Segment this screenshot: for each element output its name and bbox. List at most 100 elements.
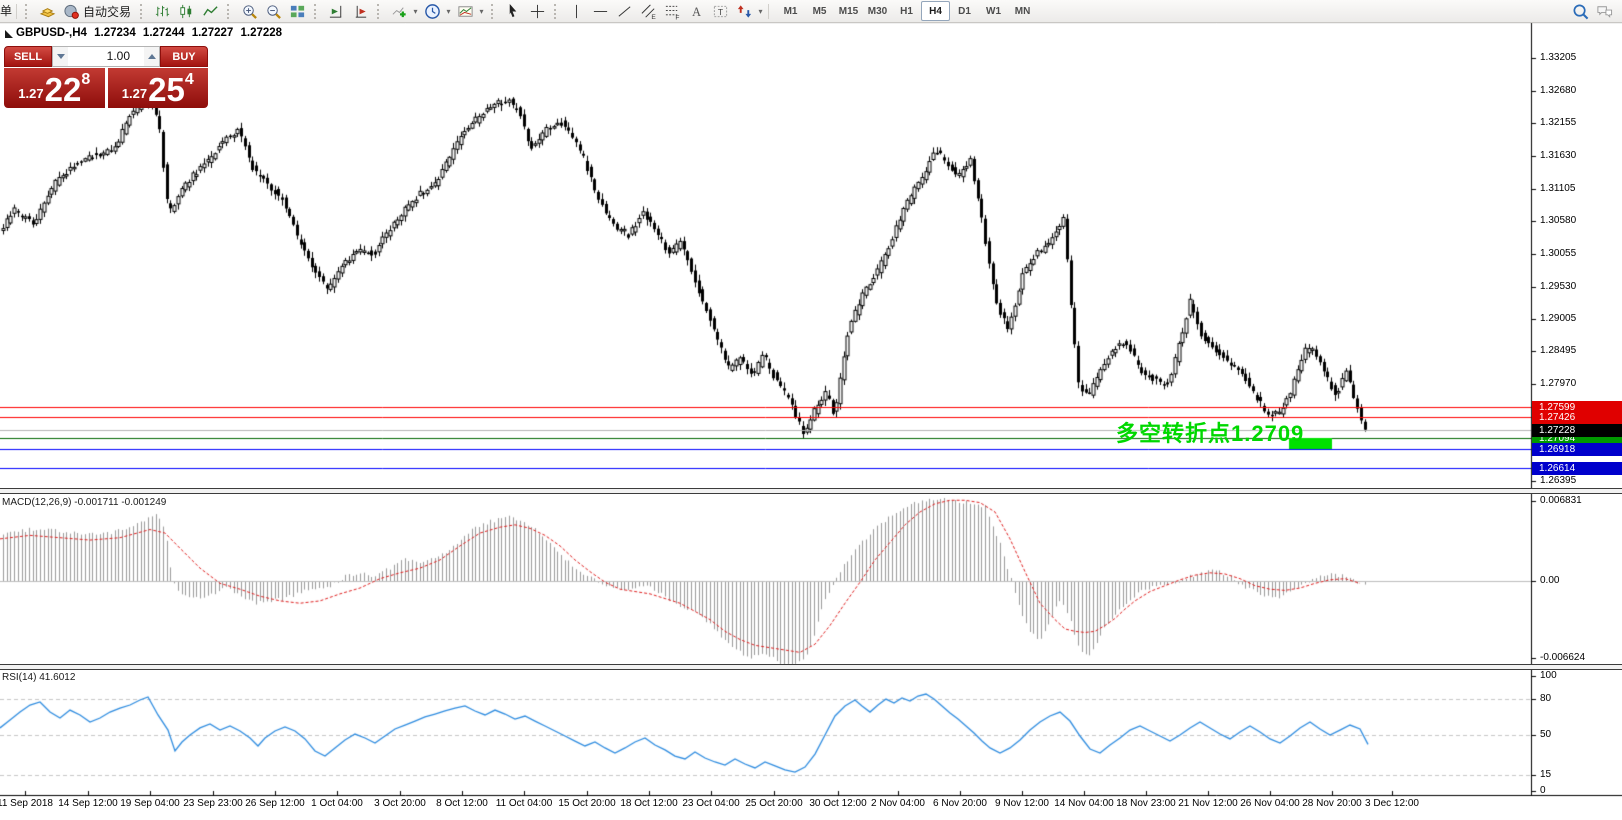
volume-decrease-button[interactable] <box>53 47 68 66</box>
window-splitter-macd[interactable] <box>0 488 1622 494</box>
toolbar-grip[interactable] <box>554 4 560 19</box>
bar-chart-icon[interactable] <box>150 1 174 21</box>
trendline-icon[interactable] <box>612 1 636 21</box>
time-axis-label: 3 Oct 20:00 <box>374 798 426 809</box>
periods-icon[interactable] <box>420 1 444 21</box>
timeframe-button-m15[interactable]: M15 <box>834 1 863 21</box>
timeframe-button-m5[interactable]: M5 <box>805 1 834 21</box>
rsi-value: 41.6012 <box>39 672 75 683</box>
vertical-line-icon[interactable] <box>564 1 588 21</box>
buy-button[interactable]: BUY <box>160 46 208 67</box>
macd-indicator-label: MACD(12,26,9) -0.001711 -0.001249 <box>2 497 166 508</box>
text-icon[interactable]: A <box>684 1 708 21</box>
toolbar-grip[interactable] <box>314 4 320 19</box>
indicators-icon[interactable] <box>387 1 411 21</box>
time-axis-label: 14 Nov 04:00 <box>1054 798 1114 809</box>
one-click-panel-toggle-icon[interactable] <box>5 30 13 38</box>
timeframe-button-m1[interactable]: M1 <box>776 1 805 21</box>
macd-name: MACD(12,26,9) <box>2 497 71 508</box>
chat-icon[interactable] <box>1592 1 1616 21</box>
dropdown-caret-icon[interactable]: ▾ <box>444 7 453 16</box>
toolbar-grip[interactable] <box>25 4 31 19</box>
timeframe-label: M5 <box>813 6 827 17</box>
search-icon[interactable] <box>1568 1 1592 21</box>
gold-order-icon <box>39 3 56 20</box>
time-axis-label: 8 Oct 12:00 <box>436 798 488 809</box>
chart-shift-icon[interactable] <box>348 1 372 21</box>
window-splitter-rsi[interactable] <box>0 664 1622 670</box>
buy-price-big: 25 <box>148 75 185 105</box>
candlestick-chart-icon[interactable] <box>174 1 198 21</box>
dropdown-caret-icon[interactable]: ▾ <box>411 7 420 16</box>
chart-shift-icon <box>352 3 369 20</box>
rsi-axis-label: 15 <box>1540 769 1551 780</box>
sell-price-pip: 8 <box>81 73 90 87</box>
toolbar-grip[interactable] <box>377 4 383 19</box>
timeframe-group: M1 M5 M15M30H1H4 D1 W1 MN <box>776 1 1037 21</box>
timeframe-button-h1[interactable]: H1 <box>892 1 921 21</box>
line-chart-icon[interactable] <box>198 1 222 21</box>
time-axis-label: 11 Oct 04:00 <box>496 798 553 809</box>
sell-button[interactable]: SELL <box>4 46 52 67</box>
time-axis-label: 23 Sep 23:00 <box>183 798 243 809</box>
timeframe-button-mn[interactable]: MN <box>1008 1 1037 21</box>
auto-scroll-icon <box>328 3 345 20</box>
timeframe-button-h4[interactable]: H4 <box>921 1 950 21</box>
price-tick-label: 1.31105 <box>1540 183 1575 194</box>
auto-trading-button[interactable]: 自动交易 <box>59 1 135 21</box>
time-axis[interactable]: 11 Sep 201814 Sep 12:0019 Sep 04:0023 Se… <box>0 797 1530 817</box>
price-axis[interactable]: 1.332051.326801.321551.316301.311051.305… <box>1532 22 1622 795</box>
zoom-in-icon[interactable] <box>237 1 261 21</box>
cursor-icon[interactable] <box>501 1 525 21</box>
time-axis-label: 21 Nov 12:00 <box>1178 798 1238 809</box>
templates-icon[interactable] <box>453 1 477 21</box>
zoom-in-icon <box>241 3 258 20</box>
new-order-button-partial[interactable]: 单 <box>0 1 13 21</box>
sell-price-button[interactable]: 1.27 22 8 <box>4 68 105 108</box>
zoom-out-icon[interactable] <box>261 1 285 21</box>
volume-input[interactable]: 1.00 <box>68 47 144 66</box>
line-chart-icon <box>202 3 219 20</box>
svg-text:A: A <box>692 4 701 18</box>
auto-scroll-icon[interactable] <box>324 1 348 21</box>
triangle-down-icon <box>57 54 65 59</box>
time-axis-label: 26 Sep 12:00 <box>245 798 305 809</box>
volume-increase-button[interactable] <box>144 47 159 66</box>
horizontal-line-icon[interactable] <box>588 1 612 21</box>
timeframe-label: M1 <box>784 6 798 17</box>
price-level-label: 1.26614 <box>1532 462 1622 475</box>
fibonacci-icon[interactable]: F <box>660 1 684 21</box>
arrows-icon[interactable] <box>732 1 756 21</box>
toolbar-grip[interactable] <box>491 4 497 19</box>
chart-close-value: 1.27228 <box>240 27 282 39</box>
bar-chart-icon <box>154 3 171 20</box>
candlestick-chart-icon <box>178 3 195 20</box>
tile-windows-icon[interactable] <box>285 1 309 21</box>
timeframe-button-d1[interactable]: D1 <box>950 1 979 21</box>
crosshair-icon <box>529 3 546 20</box>
tile-windows-icon <box>289 3 306 20</box>
chart-ohlc-header: GBPUSD-,H4 1.27234 1.27244 1.27227 1.272… <box>16 27 286 39</box>
time-axis-label: 2 Nov 04:00 <box>871 798 925 809</box>
toolbar-separator <box>16 4 17 19</box>
toolbar-grip[interactable] <box>227 4 233 19</box>
timeframe-label: D1 <box>958 6 971 17</box>
price-tick-label: 1.32155 <box>1540 117 1576 128</box>
timeframe-button-m30[interactable]: M30 <box>863 1 892 21</box>
dropdown-caret-icon[interactable]: ▾ <box>756 7 765 16</box>
timeframe-button-w1[interactable]: W1 <box>979 1 1008 21</box>
equidistant-channel-icon[interactable]: E <box>636 1 660 21</box>
buy-price-button[interactable]: 1.27 25 4 <box>108 68 209 108</box>
text-label-icon[interactable]: T <box>708 1 732 21</box>
crosshair-icon[interactable] <box>525 1 549 21</box>
volume-control: 1.00 <box>52 46 160 67</box>
gold-order-icon[interactable] <box>35 1 59 21</box>
timeframe-label: W1 <box>986 6 1001 17</box>
fibonacci-icon: F <box>664 3 681 20</box>
dropdown-caret-icon[interactable]: ▾ <box>477 7 486 16</box>
chart-canvas[interactable] <box>0 0 1622 820</box>
price-tick-label: 1.31630 <box>1540 150 1576 161</box>
buy-price-pip: 4 <box>185 73 194 87</box>
toolbar-grip[interactable] <box>140 4 146 19</box>
pivot-annotation-text[interactable]: 多空转折点1.2709 <box>1116 416 1304 448</box>
